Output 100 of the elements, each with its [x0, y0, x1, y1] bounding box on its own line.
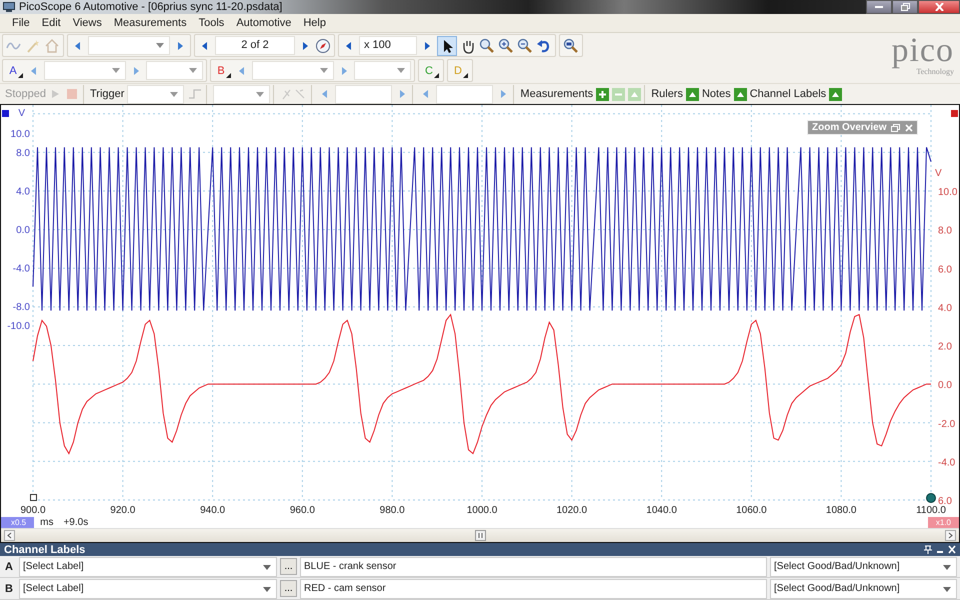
- caret-icon: [263, 564, 271, 570]
- window-title: PicoScope 6 Automotive - [06prius sync 11-20.psdata]: [19, 1, 282, 13]
- menu-item[interactable]: Views: [66, 17, 108, 30]
- scroll-right-icon[interactable]: [945, 530, 956, 541]
- label-dropdown[interactable]: [Select Label]: [19, 556, 277, 576]
- menu-item[interactable]: Tools: [192, 17, 230, 30]
- corner-triangle-icon: [463, 73, 468, 78]
- minimize-button[interactable]: [866, 0, 892, 14]
- minimize-icon: [875, 6, 883, 8]
- home-icon[interactable]: [44, 38, 60, 53]
- menu-item[interactable]: Measurements: [108, 17, 193, 30]
- channel-letter: B: [4, 582, 14, 594]
- axis-tick-label: 10.0: [10, 128, 30, 140]
- browse-button[interactable]: ...: [280, 580, 297, 597]
- caret-icon: [397, 68, 405, 74]
- axis-tick-label: 1000.0: [466, 505, 498, 516]
- description-field[interactable]: BLUE - crank sensor: [300, 556, 767, 576]
- caret-icon: [943, 586, 951, 592]
- browse-button[interactable]: ...: [280, 558, 297, 575]
- restore-button[interactable]: [892, 0, 918, 14]
- expand-icon[interactable]: [829, 88, 842, 101]
- trigger-marker[interactable]: [30, 494, 37, 501]
- axis-tick-label: -8.0: [12, 302, 30, 313]
- axis-tick-label: 1100.0: [916, 505, 946, 516]
- axis-tick-label: 940.0: [200, 505, 226, 516]
- trigger-edge-icon[interactable]: [187, 87, 204, 102]
- menu-item[interactable]: Edit: [36, 17, 67, 30]
- axis-tick-label: 6.0: [938, 264, 952, 276]
- status-dropdown[interactable]: [Select Good/Bad/Unknown]: [770, 556, 957, 576]
- status-dropdown[interactable]: [Select Good/Bad/Unknown]: [770, 578, 957, 598]
- horizontal-scrollbar[interactable]: [1, 528, 959, 542]
- menu-item[interactable]: File: [6, 17, 36, 30]
- corner-triangle-icon: [434, 73, 439, 78]
- axis-tick-label: 920.0: [110, 505, 136, 516]
- time-offset-label: +9.0s: [63, 516, 88, 528]
- axis-unit: V: [18, 108, 25, 119]
- axis-tick-label: 4.0: [938, 302, 952, 314]
- axis-tick-label: 960.0: [290, 505, 315, 516]
- scroll-left-icon[interactable]: [4, 530, 15, 541]
- add-icon[interactable]: [596, 88, 610, 101]
- axis-unit: V: [935, 168, 942, 179]
- axis-tick-label: 0.0: [16, 224, 30, 236]
- undo-icon[interactable]: [536, 38, 552, 54]
- axis-tick-label: 900.0: [20, 505, 46, 516]
- expand-icon[interactable]: [734, 88, 747, 101]
- zoom-field[interactable]: x 100: [359, 36, 417, 56]
- close-icon[interactable]: [948, 545, 956, 554]
- channel-letter: A: [4, 560, 14, 572]
- caret-icon: [320, 68, 328, 74]
- remove-icon[interactable]: [612, 88, 626, 101]
- channel-marker[interactable]: [951, 110, 958, 117]
- zoom-out-icon[interactable]: [517, 38, 533, 54]
- rulers-label: Rulers: [651, 88, 683, 100]
- caret-icon: [263, 586, 271, 592]
- label-dropdown[interactable]: [Select Label]: [19, 578, 277, 598]
- channel-button[interactable]: A: [6, 61, 24, 80]
- axis-tick-label: 0.0: [938, 380, 952, 392]
- corner-triangle-icon: [18, 73, 23, 78]
- wand-icon[interactable]: [25, 38, 41, 53]
- description-field[interactable]: RED - cam sensor: [300, 578, 767, 598]
- status-label: Stopped: [5, 88, 46, 100]
- measurements-label: Measurements: [520, 88, 594, 100]
- zoom-fit-icon[interactable]: [563, 38, 579, 54]
- expand-icon[interactable]: [686, 88, 699, 101]
- magnifier-icon[interactable]: [479, 38, 495, 54]
- scroll-thumb-icon[interactable]: [474, 530, 486, 541]
- page-field[interactable]: 2 of 2: [215, 36, 295, 56]
- caret-icon: [943, 564, 951, 570]
- pin-icon[interactable]: [924, 545, 932, 554]
- axis-tick-label: 2.0: [938, 342, 952, 352]
- compass-icon[interactable]: [315, 38, 331, 54]
- pointer-icon[interactable]: [437, 36, 457, 56]
- zoom-in-icon[interactable]: [498, 38, 514, 54]
- caret-icon: [156, 43, 164, 48]
- menu-item[interactable]: Help: [297, 17, 332, 30]
- expand-icon[interactable]: [628, 88, 642, 101]
- corner-triangle-icon: [226, 73, 231, 78]
- channel-marker[interactable]: [2, 110, 9, 117]
- axis-tick-label: 10.0: [938, 187, 958, 198]
- caret-icon: [170, 92, 178, 97]
- notes-label: Notes: [702, 88, 731, 100]
- axis-tick-label: 1080.0: [826, 505, 856, 516]
- restore-icon[interactable]: [891, 124, 900, 132]
- input-field[interactable]: [335, 84, 392, 104]
- axis-tick-label: 1040.0: [646, 505, 677, 516]
- axis-tick-label: 8.0: [938, 226, 952, 237]
- close-icon: [934, 3, 944, 11]
- axis-tick-label: 980.0: [380, 505, 405, 516]
- caret-icon: [112, 68, 120, 74]
- caret-icon: [189, 68, 197, 74]
- input-field[interactable]: [436, 84, 494, 104]
- close-button[interactable]: [918, 0, 960, 14]
- zoom-overview-title: Zoom Overview: [812, 122, 886, 133]
- axis-tick-label: 6.0: [938, 496, 952, 507]
- menu-item[interactable]: Automotive: [230, 17, 298, 30]
- ruler-handle[interactable]: [926, 493, 936, 503]
- app-icon: [3, 2, 15, 12]
- axis-tick-label: -4.0: [12, 263, 30, 274]
- channel-button[interactable]: B: [214, 61, 232, 80]
- caret-icon: [256, 92, 264, 97]
